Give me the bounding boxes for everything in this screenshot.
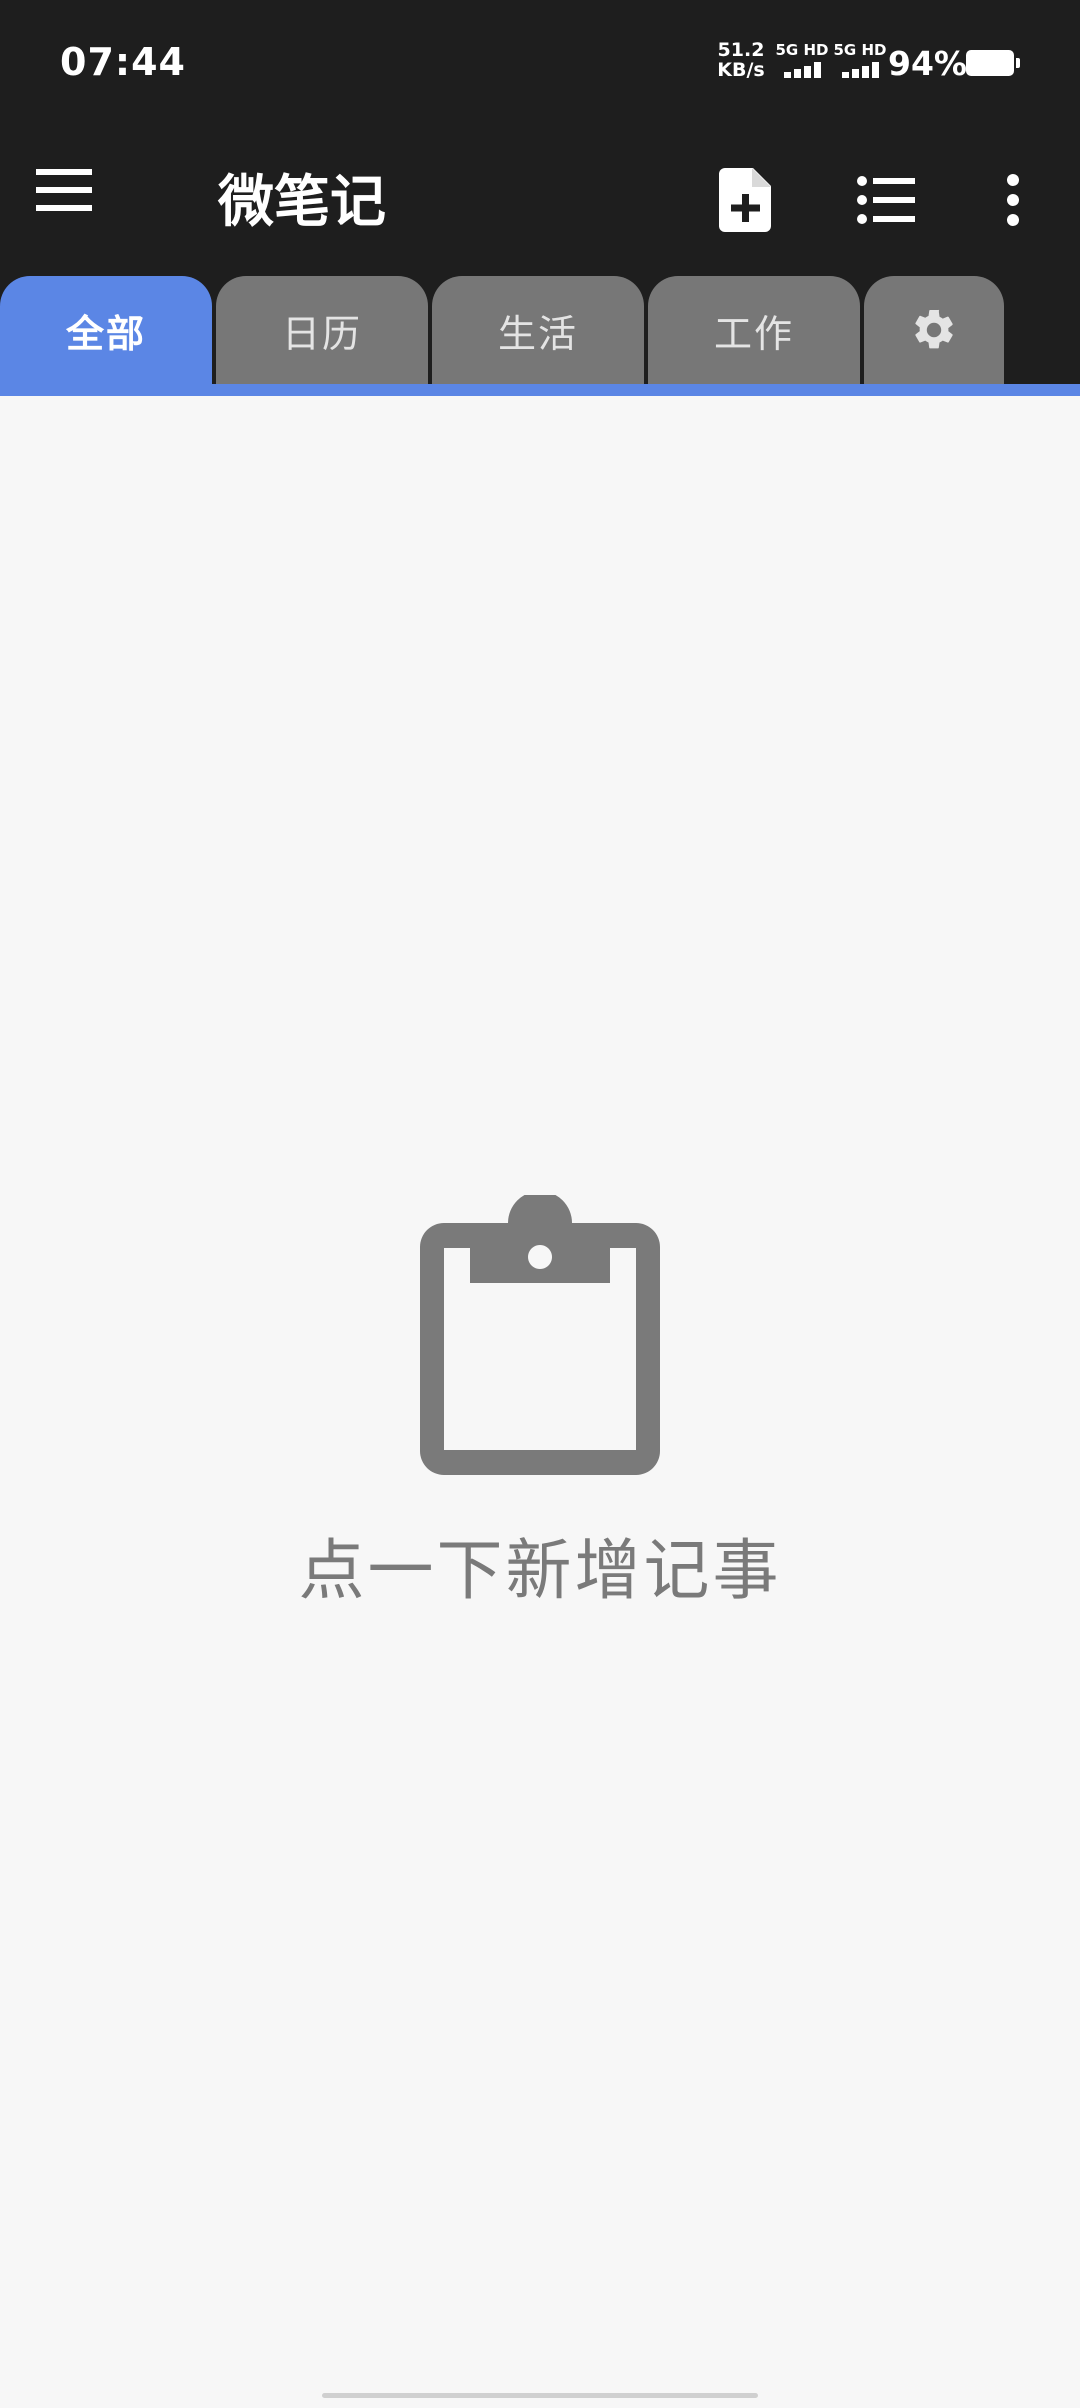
empty-state[interactable]: 点一下新增记事 (0, 1195, 1080, 1613)
network-speed: 51.2 KB/s (716, 40, 766, 80)
app-title: 微笔记 (218, 170, 386, 235)
battery-icon (966, 50, 1020, 76)
more-vertical-icon (1007, 174, 1019, 226)
tab-settings[interactable] (864, 276, 1004, 384)
home-indicator[interactable] (322, 2393, 758, 2398)
app-bar: 微笔记 (0, 125, 1080, 275)
category-tabs: 全部 日历 生活 工作 (0, 276, 1080, 384)
gear-icon (915, 309, 953, 349)
tab-life[interactable]: 生活 (432, 276, 644, 384)
sim2-network-label: 5G HD (833, 41, 887, 59)
list-view-button[interactable] (842, 155, 932, 245)
empty-state-message: 点一下新增记事 (298, 1532, 782, 1609)
status-time: 07:44 (60, 40, 186, 84)
hamburger-menu-icon[interactable] (36, 165, 132, 235)
tab-label: 工作 (713, 311, 794, 356)
sim2-signal-icon: 5G HD (830, 42, 890, 82)
clipboard-icon (420, 1195, 660, 1475)
tab-indicator-bar (0, 384, 1080, 396)
network-speed-unit: KB/s (717, 59, 765, 81)
top-header-area: 07:44 51.2 KB/s 5G HD 5G HD 94% 微笔记 全部 日… (0, 0, 1080, 384)
sim1-signal-icon: 5G HD (772, 42, 832, 82)
new-note-button[interactable] (700, 155, 790, 245)
status-bar: 07:44 51.2 KB/s 5G HD 5G HD 94% (0, 0, 1080, 125)
tab-label: 生活 (497, 311, 578, 356)
tab-work[interactable]: 工作 (648, 276, 860, 384)
tab-all[interactable]: 全部 (0, 276, 212, 384)
battery-percent: 94% (888, 44, 967, 83)
tab-label: 日历 (281, 311, 362, 356)
list-view-icon (857, 176, 915, 224)
new-note-icon (719, 168, 771, 232)
network-speed-value: 51.2 (717, 39, 765, 61)
tab-calendar[interactable]: 日历 (216, 276, 428, 384)
more-options-button[interactable] (968, 155, 1058, 245)
tab-label: 全部 (65, 311, 146, 356)
sim1-network-label: 5G HD (775, 41, 829, 59)
